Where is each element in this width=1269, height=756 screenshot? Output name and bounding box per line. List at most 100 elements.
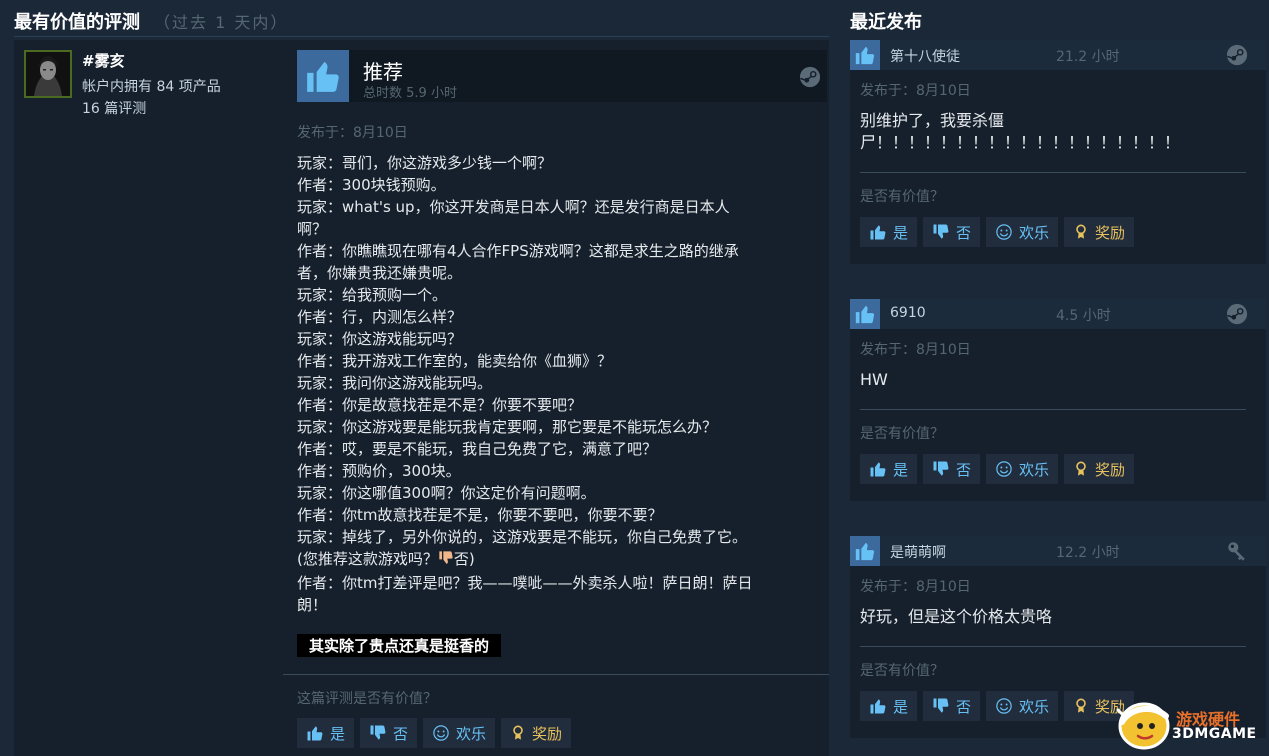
vote-no-button[interactable]: 否	[923, 454, 981, 484]
vote-funny-button[interactable]: 欢乐	[986, 454, 1059, 484]
helpful-question: 是否有价值？	[860, 189, 944, 205]
vote-yes-button[interactable]: 是	[860, 217, 918, 247]
review-line: 作者：你是故意找茬是不是？你要不要吧？	[297, 396, 583, 414]
thumbs-up-icon	[869, 697, 887, 715]
thumbs-down-icon	[369, 724, 387, 742]
review-line: 作者：哎，要是不能玩，我自己免费了它，满意了吧？	[297, 440, 658, 458]
review-highlight: 其实除了贵点还真是挺香的	[297, 634, 502, 657]
posted-date: 发布于：8月10日	[860, 342, 971, 358]
vote-yes-button[interactable]: 是	[297, 718, 355, 748]
vote-yes-button[interactable]: 是	[860, 454, 918, 484]
review-line: 玩家：你这哪值300啊？你这定价有问题啊。	[297, 484, 596, 502]
posted-date: 发布于：8月10日	[297, 125, 408, 141]
award-button[interactable]: 奖励	[501, 718, 572, 748]
review-text: 玩家：哥们，你这游戏多少钱一个啊？ 作者：300块钱预购。 玩家：what's …	[297, 152, 817, 616]
section-subtitle: （过去 1 天内）	[154, 13, 289, 32]
vote-buttons: 是 否 欢乐 奖励	[860, 454, 1135, 484]
award-icon	[1073, 460, 1089, 478]
vote-funny-label: 欢乐	[1019, 460, 1050, 479]
thumbs-up-icon	[869, 223, 887, 241]
divider	[860, 172, 1246, 173]
key-icon	[1226, 540, 1248, 566]
thumbs-up-icon	[869, 460, 887, 478]
thumbs-down-emoji-icon	[438, 550, 454, 572]
vote-funny-label: 欢乐	[456, 724, 487, 743]
highlight-text: 其实除了贵点还真是挺香的	[297, 634, 502, 657]
vote-no-button[interactable]: 否	[923, 217, 981, 247]
review-line: 作者：你tm打差评是吧？我——噗呲——外卖杀人啦！萨日朗！萨日	[297, 574, 753, 592]
divider	[14, 36, 829, 37]
playtime: 总时数 5.9 小时	[363, 86, 457, 101]
review-line: 作者：行，内测怎么样？	[297, 308, 463, 326]
vote-funny-button[interactable]: 欢乐	[986, 691, 1059, 721]
thumbs-up-icon	[850, 40, 880, 70]
review-line: 玩家：what's up，你这开发商是日本人啊？还是发行商是日本人	[297, 198, 730, 216]
author-review-count[interactable]: 16 篇评测	[82, 98, 146, 118]
thumbs-up-icon	[850, 299, 880, 329]
vote-no-button[interactable]: 否	[360, 718, 418, 748]
divider	[860, 646, 1246, 647]
smile-icon	[995, 223, 1013, 241]
watermark-en: 3DMGAME	[1172, 726, 1257, 742]
review-line: 啊？	[297, 220, 328, 238]
review-line: 玩家：掉线了，另外你说的，这游戏要是不能玩，你自己免费了它。	[297, 528, 748, 546]
award-button[interactable]: 奖励	[1064, 217, 1135, 247]
vote-yes-button[interactable]: 是	[860, 691, 918, 721]
review-text: 好玩，但是这个价格太贵咯	[860, 606, 1220, 628]
vote-buttons: 是 否 欢乐 奖励	[297, 718, 572, 748]
playtime: 4.5 小时	[1056, 308, 1111, 324]
vote-funny-button[interactable]: 欢乐	[986, 217, 1059, 247]
review-inline-question: (您推荐这款游戏吗？ 否)	[297, 548, 817, 572]
avatar-image	[26, 52, 70, 96]
vote-no-button[interactable]: 否	[923, 691, 981, 721]
vote-funny-label: 欢乐	[1019, 223, 1050, 242]
review-line: 好玩，但是这个价格太贵咯	[860, 607, 1053, 626]
vote-yes-label: 是	[330, 724, 346, 743]
reviewer-name[interactable]: 6910	[890, 305, 926, 321]
award-label: 奖励	[532, 724, 563, 743]
review-line: 作者：你tm故意找茬是不是，你要不要吧，你要不要？	[297, 506, 663, 524]
reviewer-name[interactable]: 第十八使徒	[890, 46, 960, 66]
main-review-card: #雾亥 帐户内拥有 84 项产品 16 篇评测 推荐 总时数 5.9 小时 发布…	[14, 40, 829, 756]
review-line: 玩家：给我预购一个。	[297, 286, 448, 304]
review-line: 玩家：哥们，你这游戏多少钱一个啊？	[297, 154, 553, 172]
vote-no-label: 否	[393, 724, 409, 743]
recent-review-header[interactable]: 6910 4.5 小时	[850, 299, 1266, 329]
review-line: 作者：你瞧瞧现在哪有4人合作FPS游戏啊？这都是求生之路的继承	[297, 242, 739, 260]
award-icon	[1073, 697, 1089, 715]
review-line: 玩家：你这游戏能玩吗？	[297, 330, 463, 348]
recent-header: 最近发布	[850, 8, 922, 34]
watermark: 游戏硬件 3DMGAME	[1110, 696, 1268, 754]
section-title: 最近发布	[850, 12, 922, 33]
posted-date: 发布于：8月10日	[860, 579, 971, 595]
helpful-question: 这篇评测是否有价值？	[297, 691, 437, 707]
author-name[interactable]: #雾亥	[82, 50, 125, 71]
review-line: 作者：我开游戏工作室的，能卖给你《血狮》？	[297, 352, 613, 370]
award-button[interactable]: 奖励	[1064, 454, 1135, 484]
mascot-logo-icon	[1116, 702, 1170, 750]
award-icon	[1073, 223, 1089, 241]
vote-funny-button[interactable]: 欢乐	[423, 718, 496, 748]
vote-yes-label: 是	[893, 697, 909, 716]
avatar[interactable]	[24, 50, 72, 98]
review-line: 朗！	[297, 596, 328, 614]
review-line: 尸！！！！！！！！！！！！！！！！！！！	[860, 133, 1181, 152]
recent-review-card: 第十八使徒 21.2 小时 发布于：8月10日 别维护了，我要杀僵 尸！！！！！…	[850, 40, 1266, 264]
thumbs-down-icon	[932, 460, 950, 478]
recommendation-label: 推荐	[363, 60, 403, 84]
reviewer-name[interactable]: 是萌萌啊	[890, 542, 946, 562]
author-products[interactable]: 帐户内拥有 84 项产品	[82, 76, 221, 96]
smile-icon	[432, 724, 450, 742]
thumbs-down-icon	[932, 697, 950, 715]
posted-date: 发布于：8月10日	[860, 83, 971, 99]
smile-icon	[995, 697, 1013, 715]
award-icon	[510, 724, 526, 742]
playtime: 12.2 小时	[1056, 545, 1120, 561]
thumbs-down-icon	[932, 223, 950, 241]
helpful-question: 是否有价值？	[860, 663, 944, 679]
recommendation-header[interactable]: 推荐 总时数 5.9 小时	[297, 50, 827, 102]
recent-review-header[interactable]: 第十八使徒 21.2 小时	[850, 40, 1266, 70]
recent-review-header[interactable]: 是萌萌啊 12.2 小时	[850, 536, 1266, 566]
vote-yes-label: 是	[893, 223, 909, 242]
most-helpful-header: 最有价值的评测 （过去 1 天内）	[14, 8, 288, 34]
